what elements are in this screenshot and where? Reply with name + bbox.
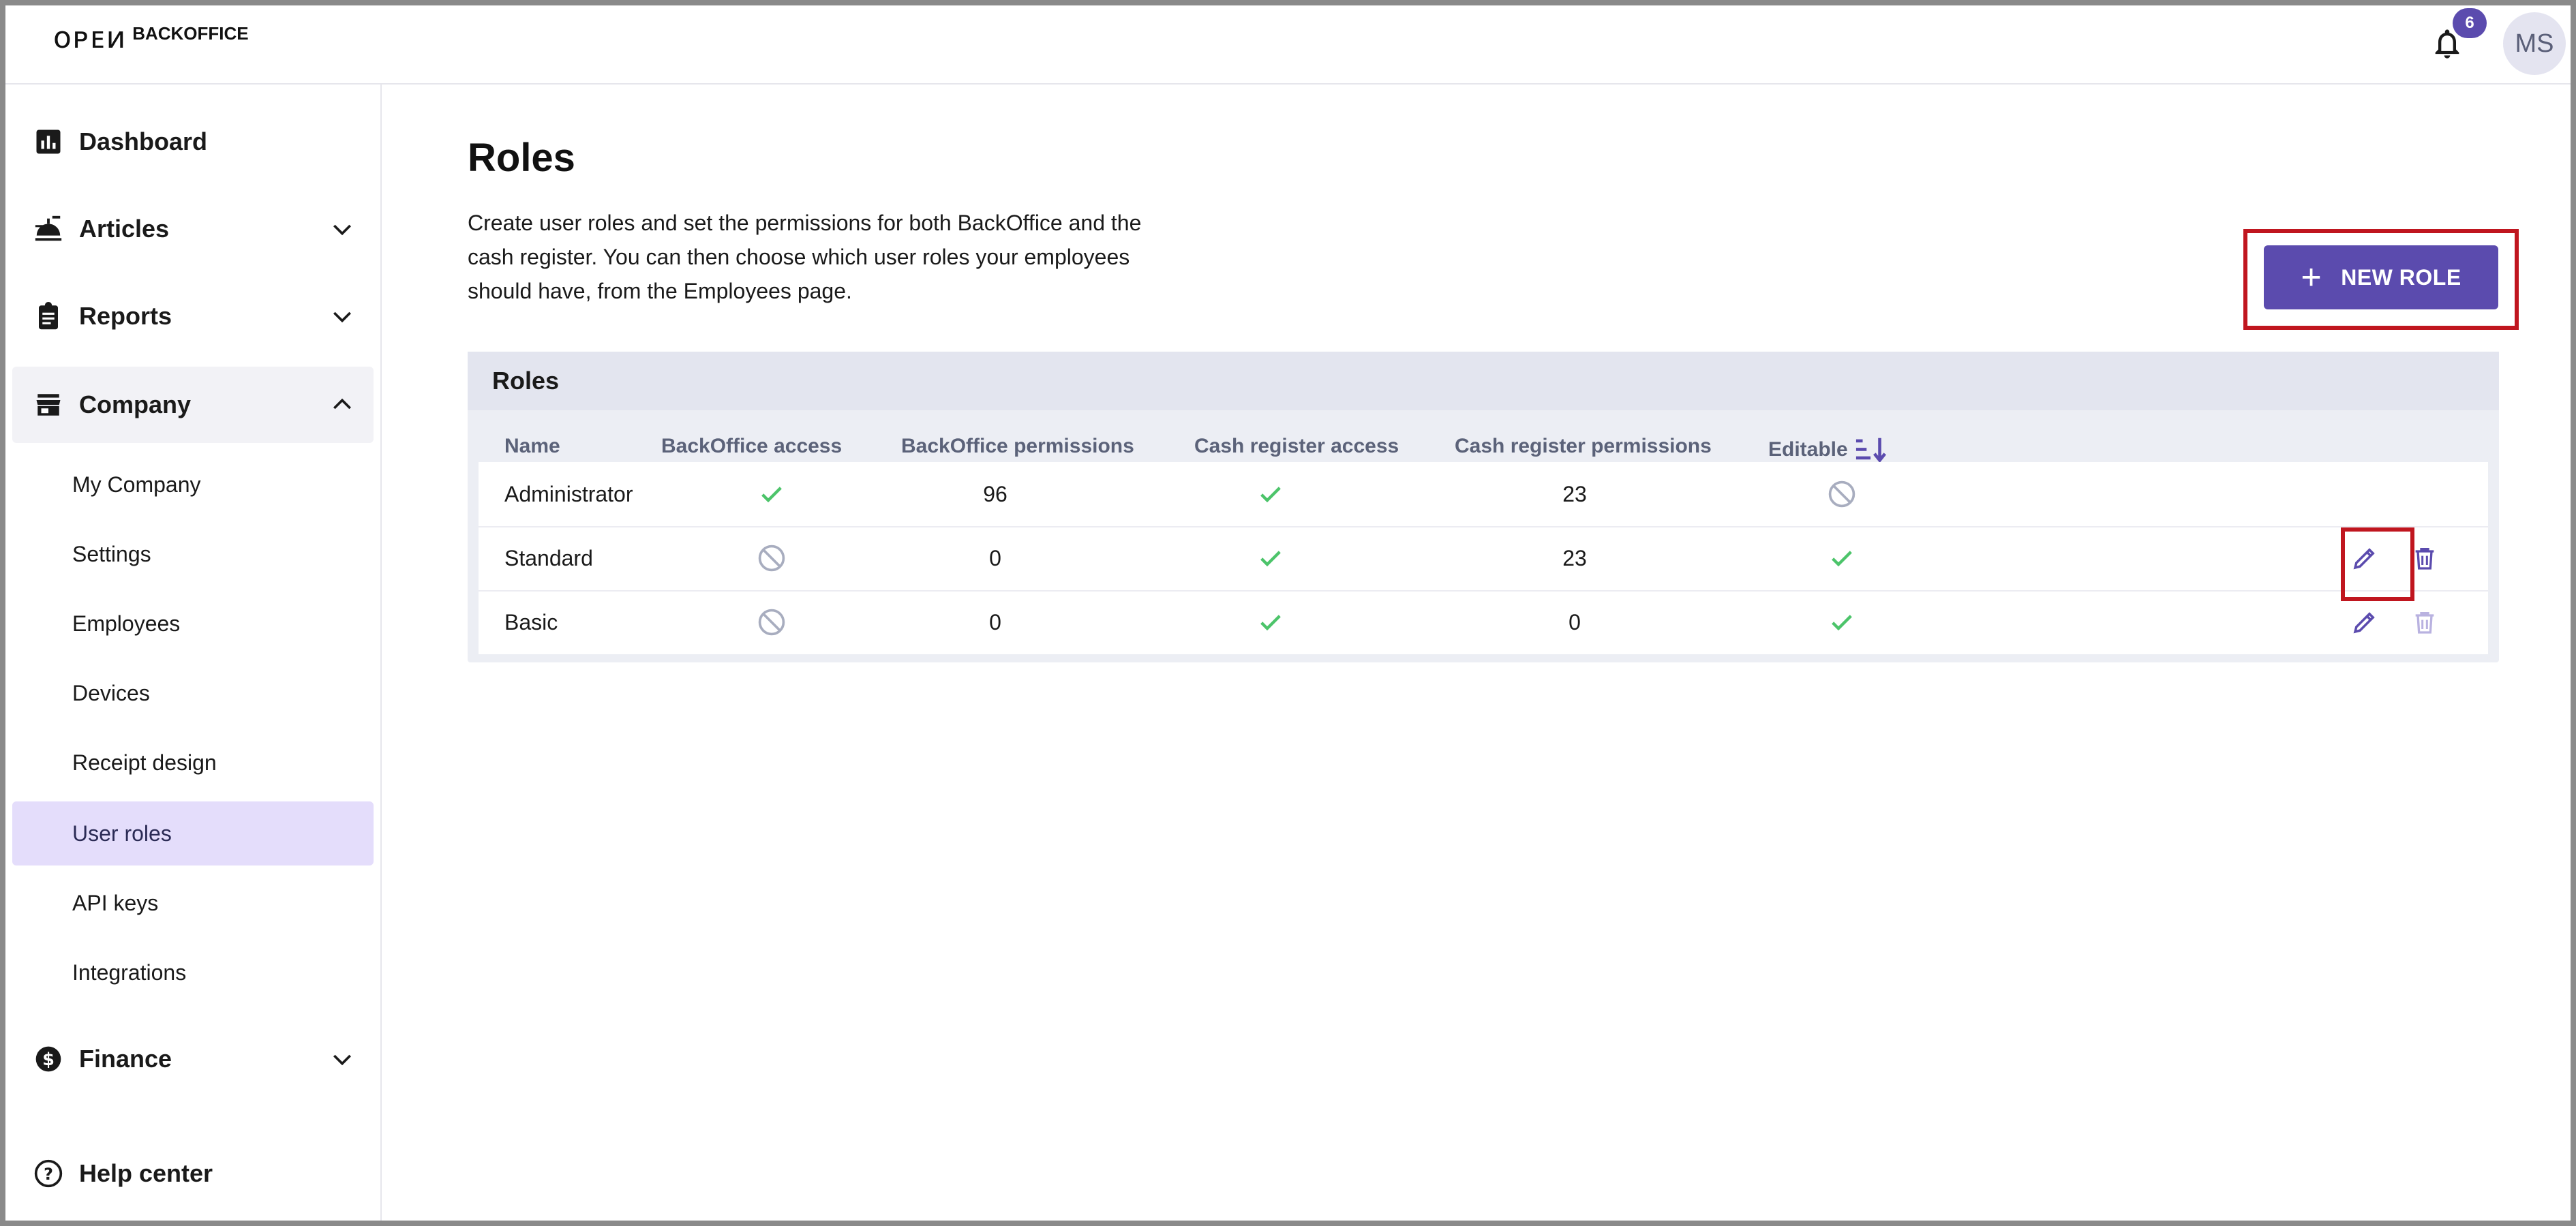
cell-cr-permissions: 0: [1569, 609, 1581, 634]
store-icon: [31, 388, 65, 422]
help-circle-icon: ?: [31, 1156, 65, 1191]
trash-icon: [2408, 605, 2442, 639]
cell-cr-access: [1230, 526, 1312, 590]
highlight-box-edit: [2341, 527, 2414, 601]
sort-icon[interactable]: [1855, 435, 1889, 465]
page-title: Roles: [468, 136, 575, 180]
check-icon: [1832, 615, 1852, 631]
cell-name: Standard: [504, 545, 593, 570]
plus-icon: +: [2301, 258, 2322, 297]
cell-name: Administrator: [504, 481, 633, 506]
sidebar-item-settings[interactable]: Settings: [12, 522, 374, 586]
cell-editable: [1801, 590, 1883, 654]
column-header-bo-permissions[interactable]: BackOffice permissions: [901, 435, 1134, 458]
cell-cr-access: [1230, 462, 1312, 526]
cell-cr-permissions: 23: [1562, 481, 1587, 506]
chevron-down-icon: [333, 311, 351, 323]
sidebar-item-dashboard[interactable]: Dashboard: [12, 104, 374, 180]
app-logo[interactable]: ᴏᴩᴇᴎ BACKOFFICE: [53, 19, 249, 60]
table-row[interactable]: Basic 0 0: [479, 590, 2488, 654]
cell-cr-permissions: 23: [1562, 545, 1587, 570]
check-icon: [761, 487, 782, 503]
sidebar-item-reports[interactable]: Reports: [12, 278, 374, 354]
sidebar-item-devices[interactable]: Devices: [12, 661, 374, 725]
sidebar-item-integrations[interactable]: Integrations: [12, 940, 374, 1005]
column-header-name[interactable]: Name: [504, 435, 560, 458]
main-content: Roles Create user roles and set the perm…: [382, 85, 2571, 1221]
check-icon: [1260, 487, 1281, 503]
food-tray-icon: [31, 212, 65, 246]
svg-text:?: ?: [44, 1165, 53, 1184]
sidebar-item-company[interactable]: Company: [12, 367, 374, 443]
table-title: Roles: [468, 352, 2499, 410]
svg-text:$: $: [42, 1049, 55, 1070]
column-header-bo-access[interactable]: BackOffice access: [661, 435, 842, 458]
blocked-icon: [758, 545, 785, 572]
table-row[interactable]: Standard 0 23: [479, 526, 2488, 592]
cell-bo-permissions: 96: [983, 481, 1007, 506]
sidebar-item-my-company[interactable]: My Company: [12, 453, 374, 517]
roles-table-body: Administrator 96 23 Standard 0 23 Basic 0 0: [479, 462, 2488, 654]
column-header-editable[interactable]: Editable: [1768, 435, 1889, 465]
sidebar-item-api-keys[interactable]: API keys: [12, 871, 374, 935]
check-icon: [1260, 615, 1281, 631]
sidebar-item-label: Dashboard: [79, 127, 208, 155]
cell-editable: [1801, 462, 1883, 526]
check-icon: [1832, 551, 1852, 567]
sidebar-item-articles[interactable]: Articles: [12, 191, 374, 267]
sidebar-item-label: Help center: [79, 1159, 213, 1187]
sidebar-item-help-center[interactable]: ? Help center: [12, 1135, 374, 1212]
notification-count-badge: 6: [2453, 8, 2487, 38]
blocked-icon: [758, 609, 785, 636]
page-description: Create user roles and set the permission…: [468, 211, 1142, 303]
table-row[interactable]: Administrator 96 23: [479, 462, 2488, 527]
sidebar-item-receipt-design[interactable]: Receipt design: [12, 731, 374, 795]
cell-bo-access: [731, 526, 813, 590]
user-avatar[interactable]: MS: [2503, 12, 2566, 75]
roles-table-card: Roles Name BackOffice access BackOffice …: [468, 352, 2499, 662]
column-header-editable-label: Editable: [1768, 438, 1848, 461]
sidebar-item-user-roles[interactable]: User roles: [12, 801, 374, 865]
bar-chart-icon: [31, 125, 65, 159]
cell-editable: [1801, 526, 1883, 590]
clipboard-icon: [31, 299, 65, 333]
chevron-down-icon: [333, 1054, 351, 1066]
sidebar: Dashboard Articles Reports Company My Co…: [5, 85, 382, 1221]
sidebar-item-label: Company: [79, 390, 192, 418]
blocked-icon: [1828, 480, 1855, 508]
sidebar-item-label: Finance: [79, 1045, 172, 1073]
dollar-icon: $: [31, 1042, 65, 1076]
check-icon: [1260, 551, 1281, 567]
sidebar-item-finance[interactable]: $ Finance: [12, 1021, 374, 1097]
cell-bo-access: [731, 590, 813, 654]
cell-bo-permissions: 0: [989, 609, 1001, 634]
column-header-cr-access[interactable]: Cash register access: [1194, 435, 1399, 458]
logo-text: BACKOFFICE: [132, 23, 249, 44]
sidebar-item-label: Reports: [79, 302, 172, 330]
cell-cr-access: [1230, 590, 1312, 654]
cell-name: Basic: [504, 609, 558, 634]
sidebar-item-employees[interactable]: Employees: [12, 592, 374, 656]
sidebar-item-label: Articles: [79, 215, 170, 243]
chevron-up-icon: [333, 398, 351, 410]
top-bar: ᴏᴩᴇᴎ BACKOFFICE 6 MS: [5, 5, 2571, 85]
cell-bo-permissions: 0: [989, 545, 1001, 570]
chevron-down-icon: [333, 224, 351, 236]
column-header-cr-permissions[interactable]: Cash register permissions: [1455, 435, 1712, 458]
logo-mark: ᴏᴩᴇᴎ: [53, 20, 127, 55]
new-role-label: NEW ROLE: [2341, 264, 2461, 290]
new-role-button[interactable]: + NEW ROLE: [2264, 245, 2498, 309]
pencil-icon[interactable]: [2348, 605, 2382, 639]
cell-bo-access: [731, 462, 813, 526]
